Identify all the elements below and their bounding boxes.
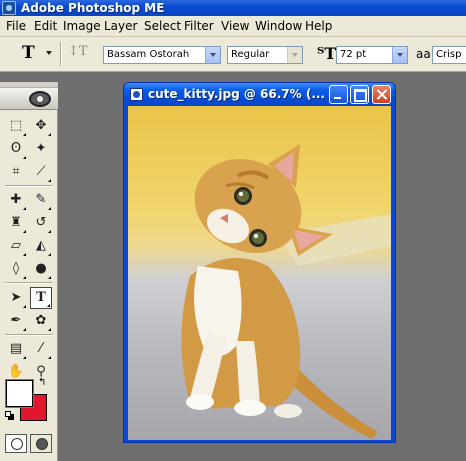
brush-icon[interactable]: ✎ (30, 189, 52, 211)
minimize-button[interactable] (329, 85, 348, 104)
menu-image[interactable]: Image (63, 19, 101, 34)
menu-window[interactable]: Window (255, 19, 302, 34)
eyedropper-icon[interactable]: ⁄ (30, 338, 52, 360)
font-size-select[interactable]: 72 pt (336, 46, 408, 64)
type-tool-preset-icon[interactable]: T (22, 43, 35, 63)
font-size-icon: ᵀT (317, 44, 337, 63)
chevron-down-icon[interactable] (287, 47, 302, 63)
menu-filter[interactable]: Filter (184, 19, 214, 34)
text-orientation-icon[interactable]: ↕T (68, 44, 88, 60)
chevron-down-icon[interactable] (392, 47, 407, 63)
maximize-button[interactable] (350, 85, 369, 104)
font-style-select[interactable]: Regular (227, 46, 303, 64)
eraser-icon[interactable]: ▱ (5, 235, 27, 257)
type-tool-icon[interactable]: T (30, 287, 52, 309)
document-icon[interactable] (130, 88, 143, 101)
toolbox: ⬚ ✥ ʘ ✦ ⌗ ⟋ ✚ ✎ ♜ ↺ ▱ ◭ ◊ ● ➤ T ✒ ✿ ▤ ⁄ … (0, 82, 58, 461)
history-brush-icon[interactable]: ↺ (30, 212, 52, 234)
menu-bar: File Edit Image Layer Select Filter View… (0, 16, 466, 37)
clone-stamp-icon[interactable]: ♜ (5, 212, 27, 234)
document-title: cute_kitty.jpg @ 66.7% (... (148, 87, 325, 101)
adobe-online-eye-icon[interactable] (29, 91, 51, 107)
tool-options-bar: T ↕T Bassam Ostorah Regular ᵀT 72 pt aa … (0, 37, 466, 72)
custom-shape-icon[interactable]: ✿ (30, 310, 52, 332)
path-selection-icon[interactable]: ➤ (5, 287, 27, 309)
swap-colors-icon[interactable]: ↰ (38, 378, 46, 388)
font-family-select[interactable]: Bassam Ostorah (103, 46, 221, 64)
menu-edit[interactable]: Edit (34, 19, 57, 34)
menu-help[interactable]: Help (305, 19, 332, 34)
antialias-select[interactable]: Crisp (432, 46, 466, 64)
paint-bucket-icon[interactable]: ◭ (30, 235, 52, 257)
crop-icon[interactable]: ⌗ (5, 161, 27, 183)
menu-layer[interactable]: Layer (104, 19, 137, 34)
dodge-icon[interactable]: ● (30, 258, 52, 280)
rectangular-marquee-icon[interactable]: ⬚ (5, 115, 27, 137)
font-size-value: 72 pt (340, 49, 367, 60)
toolbox-separator (5, 185, 53, 187)
healing-brush-icon[interactable]: ✚ (5, 189, 27, 211)
font-family-value: Bassam Ostorah (107, 49, 190, 60)
close-button[interactable] (372, 85, 391, 104)
menu-file[interactable]: File (6, 19, 26, 34)
default-colors-icon[interactable] (5, 411, 14, 420)
options-separator (60, 42, 62, 66)
app-title-bar: Adobe Photoshop ME (0, 0, 466, 16)
toolbox-separator (5, 282, 53, 284)
font-style-value: Regular (231, 49, 270, 60)
photoshop-app-icon (2, 1, 16, 15)
document-window[interactable]: cute_kitty.jpg @ 66.7% (... (123, 82, 396, 443)
toolbox-header[interactable] (0, 88, 58, 110)
pen-icon[interactable]: ✒ (5, 310, 27, 332)
menu-select[interactable]: Select (144, 19, 181, 34)
slice-icon[interactable]: ⟋ (30, 161, 52, 183)
foreground-color-swatch[interactable] (5, 379, 34, 408)
quick-mask-mode-button[interactable] (30, 434, 52, 453)
document-title-bar[interactable]: cute_kitty.jpg @ 66.7% (... (124, 83, 395, 106)
tool-preset-dropdown-arrow[interactable] (46, 51, 52, 55)
standard-mode-button[interactable] (5, 434, 27, 453)
toolbox-separator (5, 334, 53, 336)
menu-view[interactable]: View (221, 19, 249, 34)
blur-icon[interactable]: ◊ (5, 258, 27, 280)
app-title: Adobe Photoshop ME (21, 1, 165, 15)
kitten-photo (181, 144, 391, 439)
chevron-down-icon[interactable] (205, 47, 220, 63)
antialias-icon: aa (416, 47, 431, 61)
magic-wand-icon[interactable]: ✦ (30, 138, 52, 160)
lasso-icon[interactable]: ʘ (5, 138, 27, 160)
notes-icon[interactable]: ▤ (5, 338, 27, 360)
antialias-value: Crisp (436, 49, 462, 60)
image-canvas[interactable] (128, 106, 391, 440)
move-tool-icon[interactable]: ✥ (30, 115, 52, 137)
